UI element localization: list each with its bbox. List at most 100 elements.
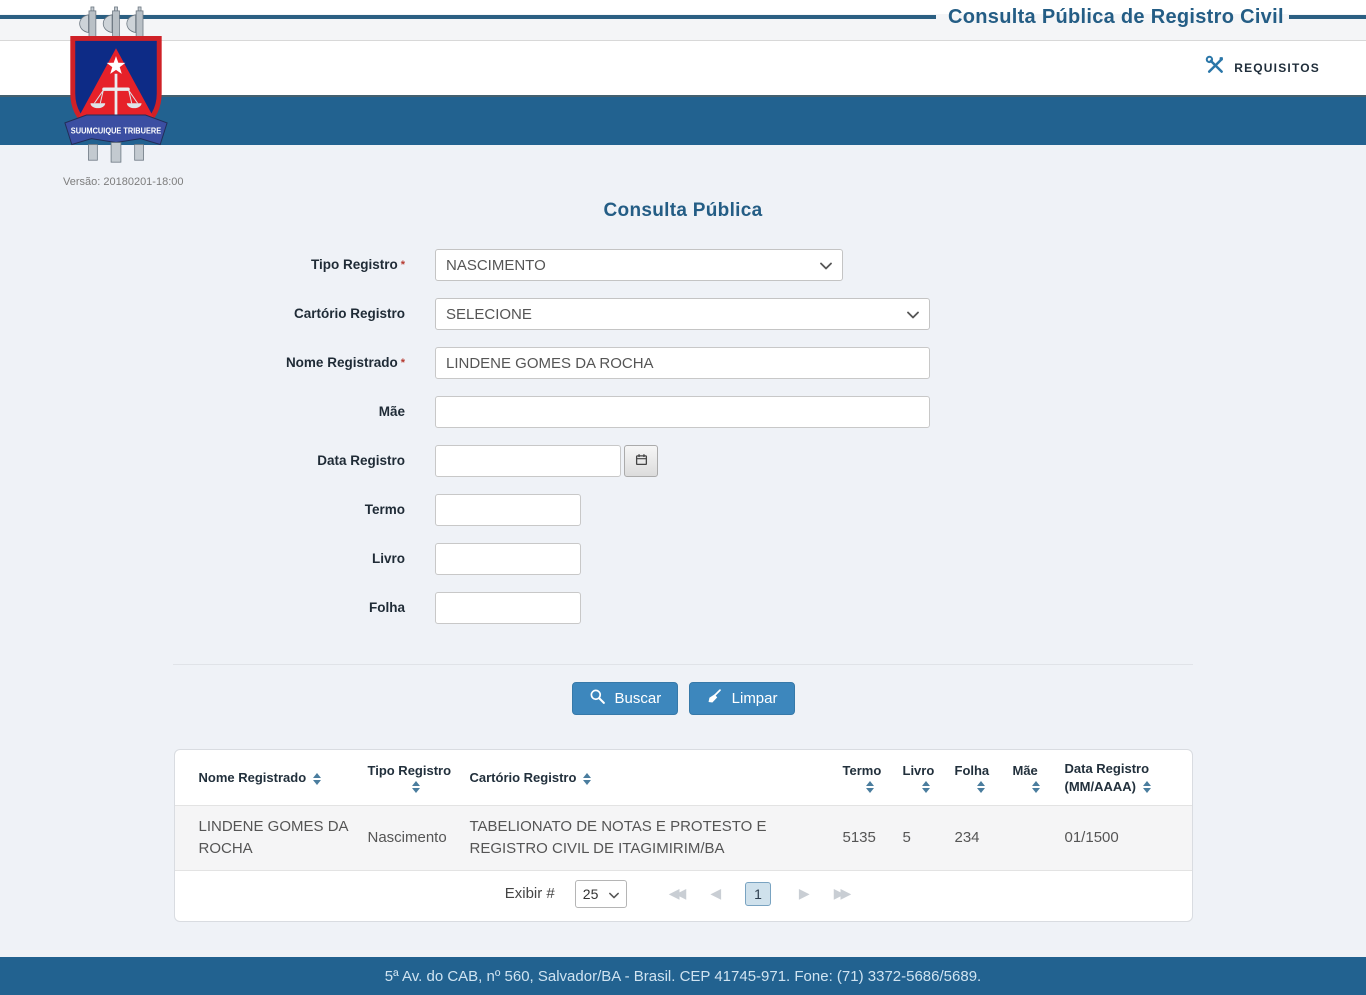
mae-input[interactable] [435,396,930,428]
next-page-icon[interactable]: ▶ [799,885,810,902]
col-label-2: (MM/AAAA) [1064,779,1136,794]
mae-field [435,396,930,428]
termo-label: Termo [173,502,405,518]
label-text: Nome Registrado [285,355,398,370]
nome-registrado-label: Nome Registrado * [173,355,405,371]
cell-folha: 234 [946,805,1005,871]
first-page-icon[interactable]: ◀◀ [669,885,686,902]
livro-label: Livro [173,551,405,567]
label-text: Cartório Registro [293,306,405,321]
form-row-mae: Mãe [173,396,1193,428]
sort-icon[interactable] [965,780,997,793]
chevron-down-icon [907,306,919,323]
col-label: Livro [902,762,935,778]
page-size-select[interactable]: 25 [574,879,627,908]
tipo-registro-label: Tipo Registro * [173,257,405,273]
tipo-registro-selected-value: NASCIMENTO [446,256,546,274]
col-header-tipo-registro: Tipo Registro [360,750,462,806]
folha-field [435,592,581,624]
header-top: Consulta Pública de Registro Civil [0,0,1366,41]
required-asterisk: * [400,259,405,271]
form-row-livro: Livro [173,543,1193,575]
form-row-nome-registrado: Nome Registrado * [173,347,1193,379]
page-size-value: 25 [582,885,599,902]
livro-field [435,543,581,575]
version-label: Versão: 20180201-18:00 [63,176,184,188]
cell-termo: 5135 [834,805,895,871]
last-page-icon[interactable]: ▶▶ [834,885,851,902]
col-label: Mãe [1012,762,1038,778]
crest-icon: SUUMCUIQUE TRIBUERE [64,6,168,163]
form-row-termo: Termo [173,494,1193,526]
col-label: Cartório Registro [469,770,577,785]
sort-icon[interactable] [913,780,939,793]
sort-icon[interactable] [583,772,592,785]
blue-banner [0,95,1366,145]
tjba-crest-logo: SUUMCUIQUE TRIBUERE [57,5,175,177]
mae-label: Mãe [173,404,405,420]
limpar-button[interactable]: Limpar [688,682,795,715]
calendar-button[interactable] [624,445,658,477]
sort-icon[interactable] [378,780,454,793]
results-header-row: Nome Registrado Tipo Registro Cartório R… [175,750,1192,806]
title-rule-right [1289,15,1366,19]
cell-tipo-registro: Nascimento [359,805,462,871]
termo-input[interactable] [435,494,581,526]
app-title: Consulta Pública de Registro Civil [948,6,1284,28]
label-text: Tipo Registro [310,257,398,272]
folha-label: Folha [173,600,405,616]
label-text: Data Registro [317,453,405,468]
cartorio-registro-selected-value: SELECIONE [446,305,532,323]
folha-input[interactable] [435,592,581,624]
form-row-data-registro: Data Registro [173,445,1193,477]
footer: 5ª Av. do CAB, nº 560, Salvador/BA - Bra… [0,957,1366,995]
col-header-livro: Livro [895,750,947,806]
table-row: LINDENE GOMES DA ROCHA Nascimento TABELI… [174,805,1192,871]
cell-data-registro: 01/1500 [1056,805,1192,871]
sort-icon[interactable] [1142,780,1151,793]
nome-registrado-input[interactable] [435,347,930,379]
requisitos-label: REQUISITOS [1234,60,1320,75]
col-header-nome-registrado: Nome Registrado [175,750,360,806]
termo-field [435,494,581,526]
col-header-cartorio-registro: Cartório Registro [462,750,835,806]
cartorio-registro-label: Cartório Registro [173,306,405,322]
page-title: Consulta Pública [603,200,763,221]
label-text: Termo [364,502,405,517]
main-content: Consulta Pública Tipo Registro * NASCIMEN… [173,145,1193,922]
pagination: Exibir # 25 ◀◀ ◀ 1 ▶ ▶▶ [175,871,1192,921]
results-table: Nome Registrado Tipo Registro Cartório R… [174,750,1192,871]
data-registro-input[interactable] [435,445,621,477]
tools-icon [1205,55,1225,80]
cartorio-registro-select[interactable]: SELECIONE [435,298,930,330]
sort-icon[interactable] [853,780,887,793]
col-header-folha: Folha [947,750,1005,806]
button-row: Buscar Limpar [173,682,1193,715]
previous-page-icon[interactable]: ◀ [710,885,721,902]
buscar-button[interactable]: Buscar [571,682,679,715]
footer-address: 5ª Av. do CAB, nº 560, Salvador/BA - Bra… [384,967,982,985]
col-label: Nome Registrado [198,770,307,785]
header-nav: REQUISITOS [0,41,1366,95]
col-header-data-registro: Data Registro (MM/AAAA) [1057,750,1192,806]
limpar-label: Limpar [731,690,778,707]
broom-icon [706,688,723,709]
livro-input[interactable] [435,543,581,575]
data-registro-field [435,445,658,477]
results-card: Nome Registrado Tipo Registro Cartório R… [173,749,1193,922]
requisitos-link[interactable]: REQUISITOS [1205,55,1320,80]
col-label: Data Registro [1064,761,1150,776]
tipo-registro-select[interactable]: NASCIMENTO [435,249,843,281]
calendar-icon [635,453,648,469]
form-divider [173,664,1193,665]
buscar-label: Buscar [614,690,662,707]
nome-registrado-field [435,347,930,379]
data-registro-label: Data Registro [173,453,405,469]
form-row-cartorio-registro: Cartório Registro SELECIONE [173,298,1193,330]
required-asterisk: * [400,357,405,369]
current-page-button[interactable]: 1 [745,881,771,906]
sort-icon[interactable] [313,772,322,785]
col-label: Termo [842,762,882,778]
sort-icon[interactable] [1023,780,1049,793]
cell-cartorio-registro: TABELIONATO DE NOTAS E PROTESTO E REGIST… [461,805,835,871]
